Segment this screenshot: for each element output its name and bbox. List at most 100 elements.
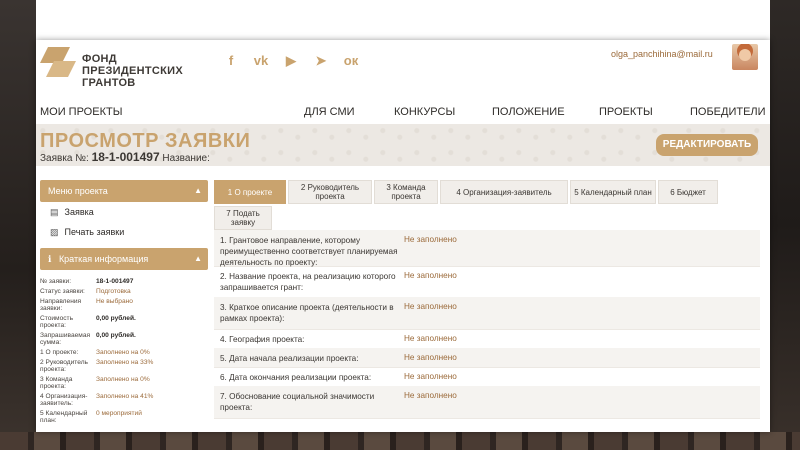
info-key: 3 Команда проекта: [40,376,73,390]
sidebar: Меню проекта ▲ ▼ ▤ Заявка ▨ Печать заявки… [40,180,208,432]
brief-info-table: № заявки: 18-1-001497 Статус заявки: Подго… [40,278,208,424]
info-key: 5 Календарный план: [40,410,88,424]
info-key: № заявки: [40,278,72,285]
info-row: 4 Организация-заявитель: Заполнено на 41% [40,393,208,407]
info-row: Направления заявки: Не выбрано [40,298,208,312]
field-row: 3. Краткое описание проекта (деятельност… [214,297,760,330]
info-key: Стоимость проекта: [40,315,74,329]
fund-logo-icon[interactable] [40,45,80,79]
application-subtitle: Заявка №: 18-1-001497 Название: [40,150,210,164]
tab-about-project[interactable]: 1 О проекте [214,180,286,204]
field-value: Не заполнено [404,372,457,381]
field-value: Не заполнено [404,271,457,280]
brief-info-header[interactable]: ℹ Краткая информация ▲ ▼ [40,248,208,285]
info-row: № заявки: 18-1-001497 [40,278,208,285]
edit-button[interactable]: РЕДАКТИРОВАТЬ [656,134,758,156]
project-menu-title: Меню проекта [48,186,108,196]
field-question: 4. География проекта: [220,335,305,344]
info-value: Подготовка [96,288,131,295]
field-question: 7. Обоснование социальной значимости про… [220,392,375,412]
logo-line: ФОНД [82,53,117,65]
odnoklassniki-icon[interactable]: ок [342,52,360,70]
tab-project-leader[interactable]: 2 Руководитель проекта [288,180,372,204]
avatar[interactable] [732,44,758,70]
document-icon: ▤ [50,207,59,217]
application-number: 18-1-001497 [91,150,160,164]
user-email-link[interactable]: olga_panchihina@mail.ru [611,49,713,59]
menu-item-label: Заявка [64,207,94,217]
field-value: Не заполнено [404,334,457,343]
info-key: Направления заявки: [40,298,82,312]
bottom-background [0,432,800,450]
field-row: 4. География проекта: Не заполнено [214,329,760,349]
field-value: Не заполнено [404,302,457,311]
application-name-label: Название: [162,153,210,164]
tab-budget[interactable]: 6 Бюджет [658,180,718,204]
brief-info-title: Краткая информация [58,254,149,264]
application-page: ФОНД ПРЕЗИДЕНТСКИХ ГРАНТОВ f vk ▶ ➤ ок o… [36,40,770,432]
nav-winners[interactable]: ПОБЕДИТЕЛИ [690,106,766,118]
info-value: 18-1-001497 [96,278,134,285]
field-question: 2. Название проекта, на реализацию котор… [220,272,396,292]
menu-item-application[interactable]: ▤ Заявка [40,202,208,222]
info-key: Статус заявки: [40,288,85,295]
logo-text: ФОНД ПРЕЗИДЕНТСКИХ ГРАНТОВ [82,53,183,89]
youtube-icon[interactable]: ▶ [282,52,300,70]
application-number-label: Заявка №: [40,153,89,164]
social-links: f vk ▶ ➤ ок [222,52,360,70]
tab-submit-application[interactable]: 7 Подать заявку [214,206,272,230]
info-row: 1 О проекте: Заполнено на 0% [40,349,208,356]
main-nav: МОИ ПРОЕКТЫ ДЛЯ СМИ КОНКУРСЫ ПОЛОЖЕНИЕ П… [36,100,770,124]
facebook-icon[interactable]: f [222,52,240,70]
field-row: 6. Дата окончания реализации проекта: Не… [214,367,760,387]
info-row: 2 Руководитель проекта: Заполнено на 33% [40,359,208,373]
field-row: 7. Обоснование социальной значимости про… [214,386,760,419]
info-value: Заполнено на 41% [96,393,154,400]
info-value: 0,00 рублей. [96,332,136,339]
application-tabs: 1 О проекте 2 Руководитель проекта 3 Ком… [214,180,770,230]
info-value: 0,00 рублей. [96,315,136,322]
info-row: Статус заявки: Подготовка [40,288,208,295]
logo-line: ГРАНТОВ [82,77,136,89]
application-fields: 1. Грантовое направление, которому преим… [214,230,760,432]
field-question: 5. Дата начала реализации проекта: [220,354,359,363]
info-value: Не выбрано [96,298,133,305]
info-value: Заполнено на 33% [96,359,154,366]
field-row: 5. Дата начала реализации проекта: Не за… [214,348,760,368]
site-header: ФОНД ПРЕЗИДЕНТСКИХ ГРАНТОВ f vk ▶ ➤ ок o… [36,40,770,100]
nav-projects[interactable]: ПРОЕКТЫ [599,106,653,118]
sort-arrows-icon: ▲ ▼ [194,186,202,217]
tab-applicant-organization[interactable]: 4 Организация-заявитель [440,180,568,204]
menu-item-label: Печать заявки [64,227,125,237]
field-row: 2. Название проекта, на реализацию котор… [214,266,760,298]
info-row: 3 Команда проекта: Заполнено на 0% [40,376,208,390]
vk-icon[interactable]: vk [252,52,270,70]
field-question: 1. Грантовое направление, которому преим… [220,236,398,267]
field-value: Не заполнено [404,235,457,244]
field-row: 1. Грантовое направление, которому преим… [214,230,760,267]
page-banner: ПРОСМОТР ЗАЯВКИ Заявка №: 18-1-001497 На… [36,124,770,166]
info-key: Запрашиваемая сумма: [40,332,91,346]
telegram-icon[interactable]: ➤ [312,52,330,70]
info-value: Заполнено на 0% [96,376,150,383]
info-icon: ℹ [48,254,57,264]
nav-my-projects[interactable]: МОИ ПРОЕКТЫ [40,106,122,118]
menu-item-print[interactable]: ▨ Печать заявки [40,222,208,242]
tab-calendar-plan[interactable]: 5 Календарный план [570,180,656,204]
tab-project-team[interactable]: 3 Команда проекта [374,180,438,204]
nav-media[interactable]: ДЛЯ СМИ [304,106,355,118]
info-key: 2 Руководитель проекта: [40,359,88,373]
info-row: Запрашиваемая сумма: 0,00 рублей. [40,332,208,346]
project-menu-header[interactable]: Меню проекта ▲ ▼ [40,180,208,217]
info-row: Стоимость проекта: 0,00 рублей. [40,315,208,329]
nav-regulations[interactable]: ПОЛОЖЕНИЕ [492,106,565,118]
nav-contests[interactable]: КОНКУРСЫ [394,106,455,118]
field-question: 6. Дата окончания реализации проекта: [220,373,372,382]
logo-line: ПРЕЗИДЕНТСКИХ [82,65,184,77]
info-key: 1 О проекте: [40,349,79,356]
info-value: 0 мероприятий [96,410,142,417]
info-row: 5 Календарный план: 0 мероприятий [40,410,208,424]
pdf-icon: ▨ [50,227,59,237]
info-value: Заполнено на 0% [96,349,150,356]
sort-arrows-icon: ▲ ▼ [194,254,202,285]
